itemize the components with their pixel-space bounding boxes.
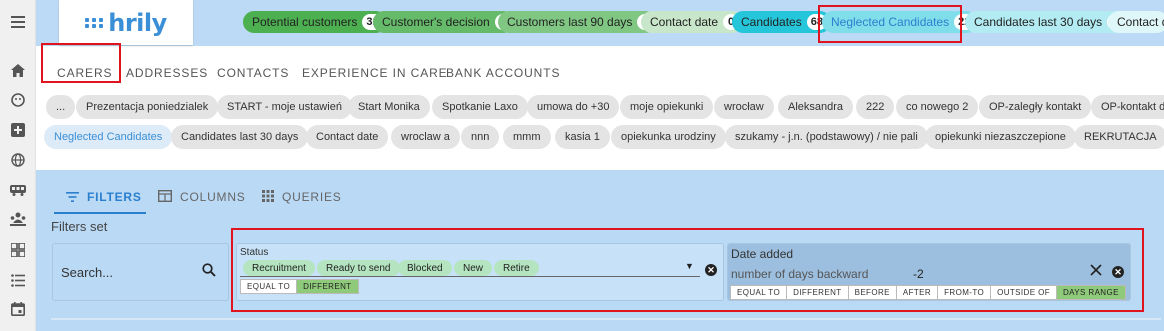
people-icon[interactable] bbox=[9, 210, 27, 228]
pill-label: Customer's decision bbox=[382, 15, 490, 29]
tab-addresses[interactable]: ADDRESSES bbox=[126, 66, 208, 80]
pill-label: Contact d bbox=[1117, 15, 1164, 29]
calendar-icon[interactable] bbox=[9, 300, 27, 318]
search-field[interactable]: Search... bbox=[52, 243, 229, 301]
search-icon[interactable] bbox=[202, 263, 216, 280]
pill-label: Candidates bbox=[741, 15, 802, 29]
saved-filter-chip[interactable]: co nowego 2 bbox=[896, 95, 979, 119]
filter-lines-icon bbox=[66, 189, 79, 205]
saved-filter-chip[interactable]: nnn bbox=[461, 125, 500, 149]
quick-filter-potential-customers[interactable]: Potential customers31 bbox=[243, 11, 387, 33]
saved-filter-chip[interactable]: REKRUTACJA bbox=[1074, 125, 1164, 149]
saved-filter-chip[interactable]: ... bbox=[46, 95, 76, 119]
active-tab-underline bbox=[54, 212, 146, 214]
saved-filter-chip[interactable]: opiekunka urodziny bbox=[611, 125, 726, 149]
tab-experience-in-care[interactable]: EXPERIENCE IN CARE bbox=[302, 66, 448, 80]
hospital-icon[interactable] bbox=[9, 121, 27, 139]
saved-filter-chip[interactable]: wroclaw a bbox=[391, 125, 460, 149]
pill-label: Customers last 90 days bbox=[507, 15, 633, 29]
pill-label: Potential customers bbox=[252, 15, 358, 29]
pill-label: Candidates last 30 days bbox=[974, 15, 1103, 29]
globe-icon[interactable] bbox=[9, 151, 27, 169]
tab-columns[interactable]: COLUMNS bbox=[157, 189, 246, 205]
menu-icon[interactable] bbox=[9, 13, 27, 31]
quick-filter-customers-last-90-days[interactable]: Customers last 90 days6 bbox=[498, 11, 658, 33]
saved-filter-chip[interactable]: 222 bbox=[856, 95, 895, 119]
logo-text: hrily bbox=[108, 8, 167, 37]
home-icon[interactable] bbox=[9, 61, 27, 79]
highlight-carers-tab bbox=[41, 43, 121, 83]
left-rail bbox=[0, 0, 36, 331]
saved-filter-chip[interactable]: Start Monika bbox=[348, 95, 430, 119]
saved-filter-chip[interactable]: START - moje ustawień bbox=[217, 95, 352, 119]
quick-filter-candidates-last-30-days[interactable]: Candidates last 30 days32 bbox=[965, 11, 1132, 33]
tab-columns-label: COLUMNS bbox=[180, 190, 246, 204]
saved-filter-chip[interactable]: Aleksandra bbox=[778, 95, 854, 119]
quick-filter-contact-d[interactable]: Contact d bbox=[1108, 11, 1164, 33]
grid-dots-icon bbox=[262, 189, 274, 205]
tab-queries[interactable]: QUERIES bbox=[262, 189, 342, 205]
saved-filter-chip-selected[interactable]: Neglected Candidates bbox=[44, 125, 173, 149]
pill-label: Contact date bbox=[650, 15, 719, 29]
bus-icon[interactable] bbox=[9, 181, 27, 199]
list-icon[interactable] bbox=[9, 271, 27, 289]
saved-filter-chip[interactable]: Contact date bbox=[306, 125, 389, 149]
dashboard-icon[interactable] bbox=[9, 241, 27, 259]
quick-filter-contact-date[interactable]: Contact date0 bbox=[641, 11, 744, 33]
saved-filter-chip[interactable]: szukamy - j.n. (podstawowy) / nie pali bbox=[725, 125, 928, 149]
saved-filter-chip[interactable]: OP-kontakt dz bbox=[1091, 95, 1164, 119]
filters-set-label: Filters set bbox=[51, 219, 108, 234]
saved-filter-chip[interactable]: moje opiekunki bbox=[620, 95, 714, 119]
tab-contacts[interactable]: CONTACTS bbox=[217, 66, 289, 80]
tab-queries-label: QUERIES bbox=[282, 190, 342, 204]
saved-filter-chip[interactable]: OP-zaległy kontakt bbox=[979, 95, 1092, 119]
saved-filter-chip[interactable]: Spotkanie Laxo bbox=[432, 95, 528, 119]
quick-filter-candidates[interactable]: Candidates 68 bbox=[732, 11, 831, 33]
saved-filter-chip[interactable]: mmm bbox=[503, 125, 551, 149]
tab-filters[interactable]: FILTERS bbox=[66, 189, 142, 205]
saved-filter-chip[interactable]: Prezentacja poniedzialek bbox=[76, 95, 219, 119]
saved-filter-chip[interactable]: umowa do +30 bbox=[527, 95, 620, 119]
search-placeholder: Search... bbox=[61, 265, 114, 280]
columns-icon bbox=[157, 189, 173, 205]
tab-filters-label: FILTERS bbox=[87, 190, 142, 204]
logo-dots-icon bbox=[85, 17, 104, 28]
app-logo[interactable]: hrily bbox=[59, 0, 193, 45]
divider bbox=[51, 318, 1161, 320]
saved-filter-chip[interactable]: opiekunki niezaszczepione bbox=[925, 125, 1076, 149]
tab-bank-accounts[interactable]: BANK ACCOUNTS bbox=[446, 66, 560, 80]
saved-filter-chip[interactable]: wrocław bbox=[714, 95, 774, 119]
face-icon[interactable] bbox=[9, 91, 27, 109]
highlight-filter-row bbox=[231, 228, 1144, 312]
saved-filter-chip[interactable]: Candidates last 30 days bbox=[171, 125, 309, 149]
highlight-neglected-candidates bbox=[818, 5, 962, 43]
saved-filter-chip[interactable]: kasia 1 bbox=[555, 125, 610, 149]
quick-filter-customers-decision[interactable]: Customer's decision0 bbox=[373, 11, 515, 33]
